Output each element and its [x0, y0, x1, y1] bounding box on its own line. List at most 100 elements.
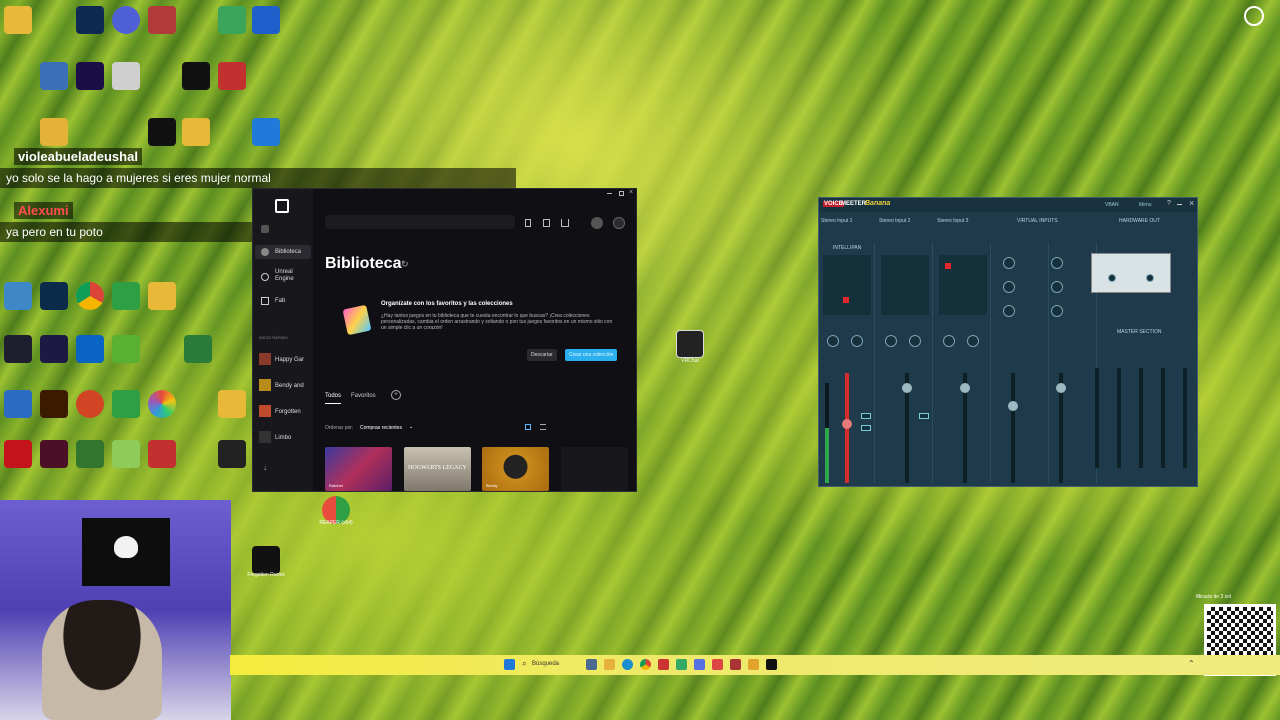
comp-knob[interactable] — [943, 335, 955, 347]
bus-b1-button[interactable] — [861, 425, 871, 431]
game-tile-2[interactable]: HOGWARTS LEGACY — [404, 447, 471, 491]
quick-game-3[interactable]: Forgotten — [275, 409, 301, 415]
eq-knob[interactable] — [1051, 305, 1063, 317]
search-icon[interactable]: ⌕ — [522, 659, 526, 669]
task-view-icon[interactable] — [586, 659, 597, 670]
fader-knob[interactable] — [1056, 383, 1066, 393]
master-fader-a1[interactable] — [1095, 368, 1099, 468]
app-icon[interactable] — [218, 6, 246, 34]
app-icon[interactable] — [148, 440, 176, 468]
incopy-icon[interactable] — [40, 440, 68, 468]
app-icon[interactable] — [4, 335, 32, 363]
master-fader-a3[interactable] — [1139, 368, 1143, 468]
app-icon[interactable] — [112, 282, 140, 310]
project-icon[interactable] — [76, 440, 104, 468]
strip-label-2[interactable]: Stereo Input 2 — [879, 218, 910, 224]
edge-icon[interactable] — [622, 659, 633, 670]
gate-knob[interactable] — [967, 335, 979, 347]
eq-knob[interactable] — [1003, 281, 1015, 293]
friends-icon[interactable] — [591, 217, 603, 229]
wishlist-icon[interactable] — [525, 219, 531, 227]
app-icon[interactable] — [148, 390, 176, 418]
folder-icon[interactable] — [40, 118, 68, 146]
vrchat-icon[interactable] — [676, 330, 704, 358]
close-icon[interactable]: × — [629, 189, 633, 196]
chrome-icon[interactable] — [640, 659, 651, 670]
app-icon[interactable] — [658, 659, 669, 670]
app-icon[interactable] — [112, 390, 140, 418]
photoshop-icon[interactable] — [76, 6, 104, 34]
fader-knob[interactable] — [960, 383, 970, 393]
comp-knob[interactable] — [885, 335, 897, 347]
grid-view-icon[interactable] — [525, 424, 531, 430]
help-icon[interactable]: ? — [1167, 200, 1171, 207]
bus-a1-button[interactable] — [919, 413, 929, 419]
epic-games-icon[interactable] — [182, 62, 210, 90]
premiere-icon[interactable] — [76, 62, 104, 90]
sidebar-item-unreal[interactable]: Unreal Engine — [275, 269, 311, 283]
quick-game-4[interactable]: Limbo — [275, 435, 291, 441]
intellipan-pad[interactable] — [823, 255, 871, 315]
maximize-button[interactable] — [619, 191, 624, 196]
eq-knob[interactable] — [1051, 257, 1063, 269]
folder-icon[interactable] — [218, 390, 246, 418]
comp-knob[interactable] — [827, 335, 839, 347]
epic-games-icon[interactable] — [766, 659, 777, 670]
epic-search-bar[interactable] — [325, 215, 515, 229]
character-animator-icon[interactable] — [40, 335, 68, 363]
app-icon[interactable] — [694, 659, 705, 670]
user-avatar-icon[interactable] — [1244, 6, 1264, 26]
gate-knob[interactable] — [909, 335, 921, 347]
sidebar-item-fab[interactable]: Fab — [275, 298, 285, 304]
app-icon[interactable] — [252, 6, 280, 34]
store-icon[interactable] — [261, 225, 269, 233]
minimize-button[interactable] — [1177, 204, 1182, 205]
master-fader-a2[interactable] — [1117, 368, 1121, 468]
quick-game-2[interactable]: Bendy and — [275, 383, 304, 389]
epic-games-icon[interactable] — [252, 546, 280, 574]
app-icon[interactable] — [184, 335, 212, 363]
folder-icon[interactable] — [182, 118, 210, 146]
intellipan-pad[interactable] — [881, 255, 929, 315]
discord-icon[interactable] — [112, 6, 140, 34]
app-icon[interactable] — [218, 440, 246, 468]
fader-track[interactable] — [1011, 373, 1015, 483]
master-fader-b1[interactable] — [1161, 368, 1165, 468]
master-fader-b2[interactable] — [1183, 368, 1187, 468]
gate-knob[interactable] — [851, 335, 863, 347]
create-collection-button[interactable]: Crear una colección — [565, 349, 618, 361]
outlook-icon[interactable] — [76, 335, 104, 363]
app-icon[interactable] — [112, 62, 140, 90]
list-view-icon[interactable] — [540, 424, 546, 430]
app-icon[interactable] — [730, 659, 741, 670]
tab-all[interactable]: Todos — [325, 393, 341, 399]
fader-knob[interactable] — [902, 383, 912, 393]
eq-knob[interactable] — [1051, 281, 1063, 293]
app-icon[interactable] — [218, 62, 246, 90]
game-tile-3[interactable]: Bendy — [482, 447, 549, 491]
minimize-button[interactable] — [607, 193, 612, 194]
sort-dropdown[interactable]: Compras recientes — [360, 425, 402, 431]
close-icon[interactable]: × — [1189, 198, 1194, 208]
chevron-up-icon[interactable]: ⌃ — [1188, 659, 1195, 668]
start-icon[interactable] — [504, 659, 515, 670]
illustrator-icon[interactable] — [40, 390, 68, 418]
quick-game-1[interactable]: Happy Gar — [275, 357, 304, 363]
vban-button[interactable]: VBAN — [1105, 202, 1119, 208]
dismiss-button[interactable]: Descartar — [527, 349, 557, 361]
gift-icon[interactable] — [543, 219, 550, 227]
app-icon[interactable] — [4, 282, 32, 310]
eq-knob[interactable] — [1003, 257, 1015, 269]
add-collection-icon[interactable]: + — [391, 390, 401, 400]
powerpoint-icon[interactable] — [76, 390, 104, 418]
tab-favorites[interactable]: Favoritos — [351, 393, 376, 399]
app-icon[interactable] — [252, 118, 280, 146]
chrome-icon[interactable] — [76, 282, 104, 310]
settings-app-icon[interactable] — [40, 62, 68, 90]
cart-icon[interactable] — [561, 219, 569, 227]
app-icon[interactable] — [4, 390, 32, 418]
file-explorer-icon[interactable] — [604, 659, 615, 670]
app-icon[interactable] — [112, 440, 140, 468]
download-icon[interactable]: ↓ — [263, 463, 267, 472]
profile-avatar[interactable] — [613, 217, 625, 229]
